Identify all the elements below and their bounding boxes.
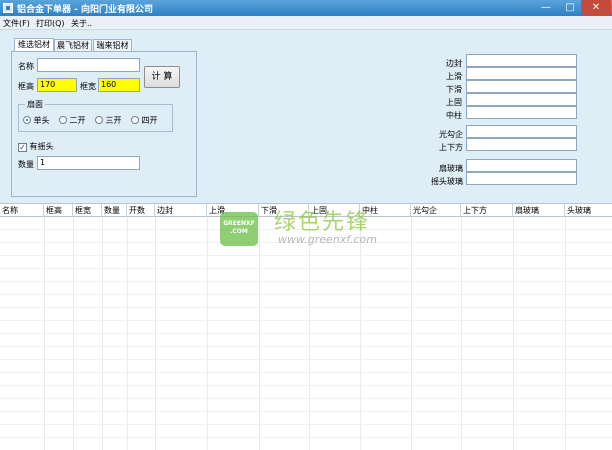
radio-dot-icon — [131, 116, 139, 124]
result-label-shanghua: 上滑 — [446, 72, 462, 81]
row-divider — [0, 268, 612, 269]
radio-four-label: 四开 — [141, 116, 158, 125]
col-guanggouqi[interactable]: 光勾企 — [411, 204, 461, 217]
row-divider — [0, 372, 612, 373]
calculate-button[interactable]: 计 算 — [144, 66, 180, 88]
menu-file[interactable]: 文件(F) — [3, 18, 30, 29]
minimize-button[interactable]: — — [533, 0, 559, 15]
col-shangxiafang[interactable]: 上下方 — [461, 204, 513, 217]
col-bianfeng[interactable]: 边封 — [155, 204, 207, 217]
col-frame-height[interactable]: 框高 — [44, 204, 73, 217]
result-field-guanggouqi[interactable] — [466, 125, 577, 138]
app-icon — [3, 3, 13, 13]
result-field-shanghua[interactable] — [466, 67, 577, 80]
result-label-shangxiafang: 上下方 — [439, 143, 463, 152]
col-frame-width[interactable]: 框宽 — [73, 204, 102, 217]
row-divider — [0, 281, 612, 282]
watermark-logo: GREENXF .COM — [220, 212, 258, 246]
menu-print[interactable]: 打印(Q) — [36, 18, 65, 29]
close-button[interactable]: ✕ — [581, 0, 611, 15]
row-divider — [0, 333, 612, 334]
radio-four[interactable]: 四开 — [131, 115, 158, 125]
col-shanboli[interactable]: 扇玻璃 — [513, 204, 565, 217]
watermark-logo-text: GREENXF — [223, 220, 255, 227]
col-touboli[interactable]: 头玻璃 — [565, 204, 612, 217]
tab-weixuan[interactable]: 维选铝材 — [14, 38, 54, 52]
result-label-shanggu: 上固 — [446, 98, 462, 107]
menu-bar: 文件(F) 打印(Q) 关于.. — [0, 16, 612, 30]
tab-ruilai[interactable]: 瑞来铝材 — [93, 39, 132, 51]
result-field-xiahua[interactable] — [466, 80, 577, 93]
name-field[interactable] — [37, 58, 140, 72]
maximize-button[interactable]: □ — [559, 0, 581, 15]
menu-about[interactable]: 关于.. — [71, 18, 92, 29]
radio-two-label: 二开 — [69, 116, 86, 125]
quantity-field[interactable]: 1 — [37, 156, 140, 170]
result-field-shangxiafang[interactable] — [466, 138, 577, 151]
checkmark-icon: ✓ — [18, 143, 27, 152]
swing-head-label: 有摇头 — [29, 142, 54, 151]
row-divider — [0, 424, 612, 425]
radio-three[interactable]: 三开 — [95, 115, 122, 125]
tab-chenfei[interactable]: 晨飞铝材 — [54, 39, 92, 51]
radio-dot-icon — [59, 116, 67, 124]
frame-height-label: 框高 — [18, 82, 34, 91]
radio-single[interactable]: 单头 — [23, 115, 50, 125]
result-label-shanboli: 扇玻璃 — [439, 164, 463, 173]
tab-panel: 名称 框高 170 框宽 160 计 算 扇面 单头 二开 三开 四开 ✓ 有摇… — [11, 51, 197, 197]
col-sash-count[interactable]: 开数 — [127, 204, 155, 217]
input-panel: 维选铝材 晨飞铝材 瑞来铝材 名称 框高 170 框宽 160 计 算 扇面 单… — [0, 30, 612, 204]
row-divider — [0, 346, 612, 347]
row-divider — [0, 294, 612, 295]
watermark-cn-text: 绿色先锋 — [274, 210, 371, 235]
result-field-zhongzhu[interactable] — [466, 106, 577, 119]
result-label-zhongzhu: 中柱 — [446, 111, 462, 120]
row-divider — [0, 411, 612, 412]
quantity-label: 数量 — [18, 160, 34, 169]
result-field-yaotouboli[interactable] — [466, 172, 577, 185]
window-title: 铝合金下单器 - 向阳门业有限公司 — [17, 5, 154, 15]
row-divider — [0, 255, 612, 256]
radio-two[interactable]: 二开 — [59, 115, 86, 125]
radio-dot-icon — [23, 116, 31, 124]
result-field-bianfeng[interactable] — [466, 54, 577, 67]
frame-width-field[interactable]: 160 — [98, 78, 140, 92]
row-divider — [0, 307, 612, 308]
col-name[interactable]: 名称 — [0, 204, 44, 217]
watermark-logo-text-2: .COM — [230, 228, 248, 235]
row-divider — [0, 320, 612, 321]
name-label: 名称 — [18, 62, 34, 71]
result-label-bianfeng: 边封 — [446, 59, 462, 68]
row-divider — [0, 385, 612, 386]
result-field-shanggu[interactable] — [466, 93, 577, 106]
title-bar: 铝合金下单器 - 向阳门业有限公司 — □ ✕ — [0, 0, 612, 16]
watermark: GREENXF .COM 绿色先锋 www.greenxf.com — [220, 204, 400, 254]
swing-head-checkbox[interactable]: ✓ 有摇头 — [18, 141, 54, 152]
frame-width-label: 框宽 — [80, 82, 96, 91]
col-quantity[interactable]: 数量 — [102, 204, 127, 217]
result-label-guanggouqi: 光勾企 — [439, 130, 463, 139]
radio-single-label: 单头 — [33, 116, 50, 125]
sash-group-label: 扇面 — [25, 99, 45, 110]
row-divider — [0, 398, 612, 399]
row-divider — [0, 437, 612, 438]
result-label-xiahua: 下滑 — [446, 85, 462, 94]
result-label-yaotouboli: 摇头玻璃 — [431, 177, 463, 186]
result-field-shanboli[interactable] — [466, 159, 577, 172]
watermark-url-text: www.greenxf.com — [278, 233, 377, 246]
radio-three-label: 三开 — [105, 116, 122, 125]
frame-height-field[interactable]: 170 — [37, 78, 77, 92]
radio-dot-icon — [95, 116, 103, 124]
sash-groupbox: 扇面 单头 二开 三开 四开 — [18, 99, 173, 132]
row-divider — [0, 359, 612, 360]
